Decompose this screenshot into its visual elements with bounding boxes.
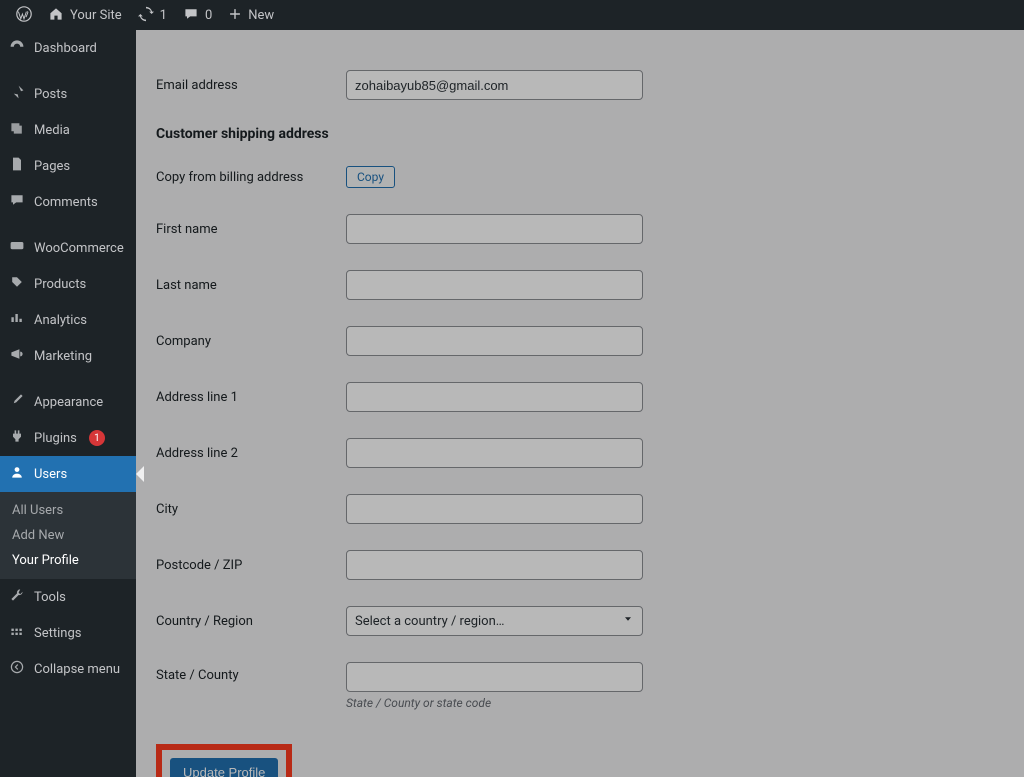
dashboard-icon — [8, 38, 26, 58]
state-input[interactable] — [346, 662, 643, 692]
menu-posts[interactable]: Posts — [0, 76, 136, 112]
menu-collapse[interactable]: Collapse menu — [0, 651, 136, 687]
menu-marketing[interactable]: Marketing — [0, 338, 136, 374]
new-label: New — [248, 8, 274, 23]
comments-bubble[interactable]: 0 — [175, 0, 220, 30]
menu-plugins[interactable]: Plugins 1 — [0, 420, 136, 456]
first-name-input[interactable] — [346, 214, 643, 244]
chevron-down-icon — [622, 613, 634, 629]
menu-label: Media — [34, 123, 70, 138]
postcode-input[interactable] — [346, 550, 643, 580]
products-icon — [8, 274, 26, 294]
new-content[interactable]: New — [220, 0, 282, 30]
submenu-all-users[interactable]: All Users — [0, 498, 136, 523]
menu-label: Dashboard — [34, 41, 97, 56]
admin-sidebar: Dashboard Posts Media Pages Comments Woo… — [0, 30, 136, 777]
state-label: State / County — [156, 662, 346, 683]
menu-label: Users — [34, 467, 67, 482]
comment-icon — [183, 6, 199, 25]
menu-label: Comments — [34, 195, 98, 210]
menu-label: Collapse menu — [34, 662, 120, 677]
address2-label: Address line 2 — [156, 446, 346, 461]
last-name-input[interactable] — [346, 270, 643, 300]
menu-media[interactable]: Media — [0, 112, 136, 148]
settings-icon — [8, 623, 26, 643]
menu-label: Tools — [34, 590, 66, 605]
city-label: City — [156, 502, 346, 517]
site-name: Your Site — [70, 8, 122, 23]
site-home[interactable]: Your Site — [40, 0, 130, 30]
menu-label: WooCommerce — [34, 241, 124, 256]
profile-form: Email address Customer shipping address … — [136, 30, 1024, 777]
wordpress-icon — [16, 6, 32, 25]
plugins-badge: 1 — [89, 430, 105, 446]
menu-label: Plugins — [34, 431, 77, 446]
woo-icon — [8, 238, 26, 258]
city-input[interactable] — [346, 494, 643, 524]
admin-bar: Your Site 1 0 New — [0, 0, 1024, 30]
menu-settings[interactable]: Settings — [0, 615, 136, 651]
page-icon — [8, 156, 26, 176]
company-label: Company — [156, 334, 346, 349]
menu-label: Appearance — [34, 395, 103, 410]
menu-label: Marketing — [34, 349, 92, 364]
postcode-label: Postcode / ZIP — [156, 558, 346, 573]
user-icon — [8, 464, 26, 484]
plus-icon — [228, 7, 242, 24]
menu-label: Products — [34, 277, 86, 292]
menu-label: Posts — [34, 87, 67, 102]
email-input[interactable] — [346, 70, 643, 100]
brush-icon — [8, 392, 26, 412]
country-select[interactable]: Select a country / region… — [346, 606, 643, 636]
megaphone-icon — [8, 346, 26, 366]
menu-dashboard[interactable]: Dashboard — [0, 30, 136, 66]
menu-tools[interactable]: Tools — [0, 579, 136, 615]
home-icon — [48, 6, 64, 25]
state-description: State / County or state code — [346, 696, 643, 710]
address2-input[interactable] — [346, 438, 643, 468]
update-icon — [138, 6, 154, 25]
menu-analytics[interactable]: Analytics — [0, 302, 136, 338]
pin-icon — [8, 84, 26, 104]
country-select-placeholder: Select a country / region… — [355, 614, 504, 629]
copy-from-billing-label: Copy from billing address — [156, 170, 346, 185]
email-label: Email address — [156, 78, 346, 93]
address1-label: Address line 1 — [156, 390, 346, 405]
copy-button[interactable]: Copy — [346, 166, 395, 188]
menu-users[interactable]: Users — [0, 456, 136, 492]
submenu-add-new[interactable]: Add New — [0, 523, 136, 548]
address1-input[interactable] — [346, 382, 643, 412]
menu-label: Analytics — [34, 313, 87, 328]
menu-appearance[interactable]: Appearance — [0, 384, 136, 420]
submenu-your-profile[interactable]: Your Profile — [0, 548, 136, 573]
menu-pages[interactable]: Pages — [0, 148, 136, 184]
collapse-icon — [8, 659, 26, 679]
first-name-label: First name — [156, 222, 346, 237]
analytics-icon — [8, 310, 26, 330]
menu-woocommerce[interactable]: WooCommerce — [0, 230, 136, 266]
comment-icon — [8, 192, 26, 212]
wp-logo[interactable] — [8, 0, 40, 30]
country-label: Country / Region — [156, 614, 346, 629]
wrench-icon — [8, 587, 26, 607]
submit-highlight: Update Profile — [156, 744, 292, 777]
menu-label: Settings — [34, 626, 81, 641]
plugin-icon — [8, 428, 26, 448]
updates-count: 1 — [160, 8, 167, 23]
users-submenu: All Users Add New Your Profile — [0, 492, 136, 579]
company-input[interactable] — [346, 326, 643, 356]
update-profile-button[interactable]: Update Profile — [170, 758, 278, 777]
comments-count: 0 — [205, 8, 212, 23]
updates[interactable]: 1 — [130, 0, 175, 30]
menu-comments[interactable]: Comments — [0, 184, 136, 220]
media-icon — [8, 120, 26, 140]
shipping-heading: Customer shipping address — [156, 126, 1004, 142]
menu-products[interactable]: Products — [0, 266, 136, 302]
menu-label: Pages — [34, 159, 70, 174]
last-name-label: Last name — [156, 278, 346, 293]
